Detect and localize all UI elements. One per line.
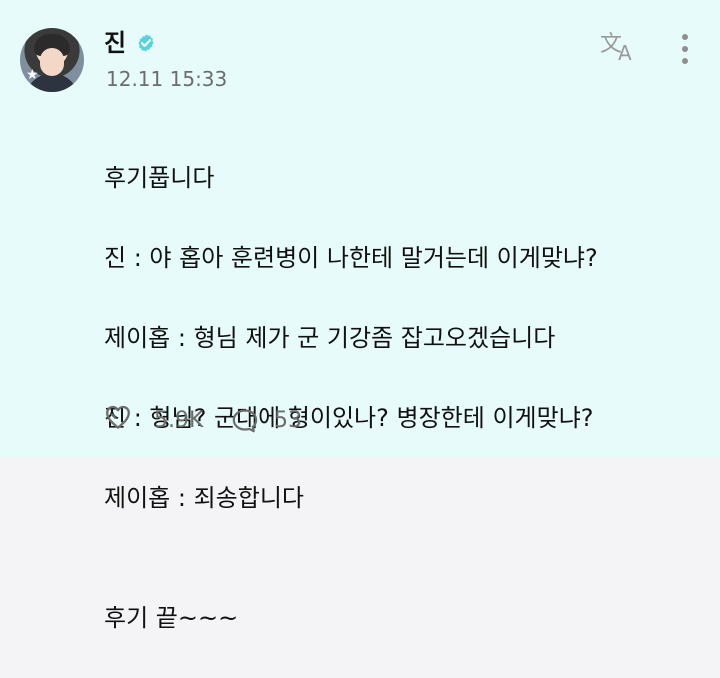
more-dot xyxy=(682,34,688,40)
translate-glyph-latin: A xyxy=(618,41,632,65)
translate-icon[interactable]: 文 A xyxy=(600,34,638,65)
author-name[interactable]: 진 xyxy=(104,28,126,58)
content-line: 제이홉 : 형님 제가 군 기강좀 잡고오겠습니다 xyxy=(104,324,556,352)
like-count: 5.9K xyxy=(154,408,204,433)
post-content: 후기풉니다 진 : 야 홉아 훈련병이 나한테 말거는데 이게맞냐? 제이홉 :… xyxy=(104,118,704,678)
post-timestamp: 12.11 15:33 xyxy=(106,67,228,91)
more-dot xyxy=(682,46,688,52)
more-icon[interactable] xyxy=(682,34,688,64)
star-icon: ★ xyxy=(26,67,39,83)
avatar-face xyxy=(40,48,64,76)
content-line: 후기풉니다 xyxy=(104,164,215,192)
content-line: 진 : 야 홉아 훈련병이 나한테 말거는데 이게맞냐? xyxy=(104,244,598,272)
more-dot xyxy=(682,58,688,64)
comment-icon[interactable] xyxy=(230,406,260,436)
comment-count: 53 xyxy=(274,408,302,433)
post-card: ★ 진 12.11 15:33 文 A 후기풉니다 진 : 야 홉아 훈련병이 … xyxy=(0,0,720,632)
author-avatar[interactable]: ★ xyxy=(20,28,84,92)
like-icon[interactable] xyxy=(104,404,132,432)
verified-icon xyxy=(138,34,154,52)
content-line: 제이홉 : 죄송합니다 xyxy=(104,484,304,512)
content-line: 후기 끝~~~ xyxy=(104,604,239,632)
